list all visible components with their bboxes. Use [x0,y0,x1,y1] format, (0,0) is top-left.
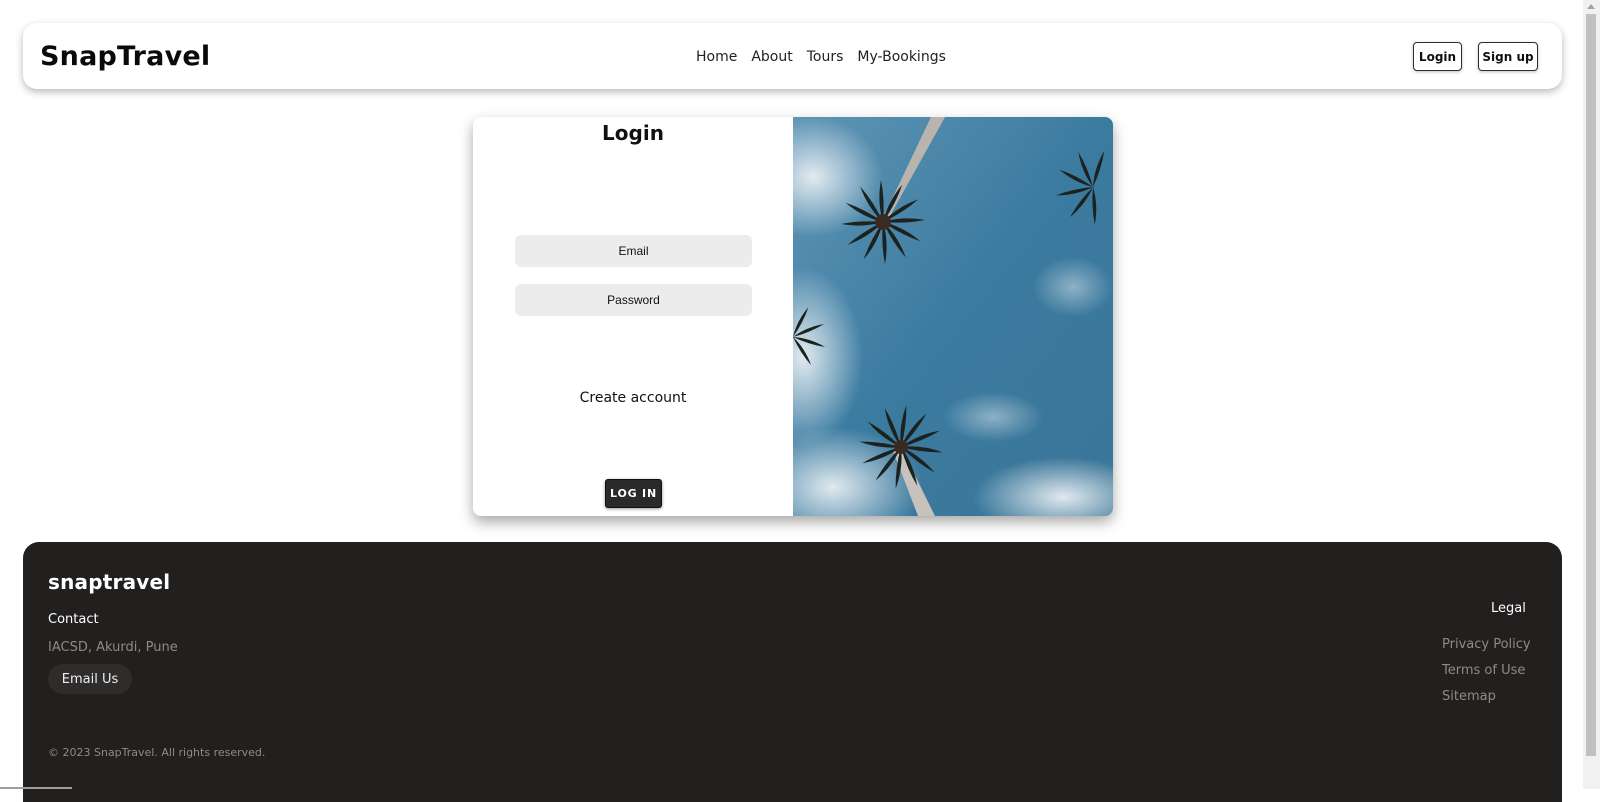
sitemap-link[interactable]: Sitemap [1442,689,1531,705]
login-button[interactable]: Login [1413,42,1462,71]
email-field[interactable] [515,235,752,267]
privacy-policy-link[interactable]: Privacy Policy [1442,637,1531,653]
terms-of-use-link[interactable]: Terms of Use [1442,663,1531,679]
scroll-up-arrow-icon[interactable] [1587,4,1595,9]
palm-trees-photo [793,117,1113,516]
navbar: SnapTravel Home About Tours My-Bookings … [23,23,1562,89]
footer-address: IACSD, Akurdi, Pune [48,640,178,655]
nav-home[interactable]: Home [696,49,737,65]
footer-legal-heading: Legal [1491,601,1526,616]
footer-logo[interactable]: snaptravel [48,570,170,594]
login-submit-button[interactable]: LOG IN [605,479,662,508]
vertical-scrollbar[interactable] [1583,0,1600,789]
brand-logo[interactable]: SnapTravel [40,41,210,72]
main-nav: Home About Tours My-Bookings [696,49,946,65]
create-account-link[interactable]: Create account [473,390,793,406]
legal-links: Privacy Policy Terms of Use Sitemap [1442,637,1531,705]
footer-contact-heading: Contact [48,612,99,627]
signup-button[interactable]: Sign up [1478,42,1538,71]
nav-my-bookings[interactable]: My-Bookings [857,49,945,65]
copyright: © 2023 SnapTravel. All rights reserved. [48,746,266,759]
nav-about[interactable]: About [751,49,792,65]
footer: snaptravel Contact IACSD, Akurdi, Pune E… [23,542,1562,802]
email-us-button[interactable]: Email Us [48,664,132,694]
password-field[interactable] [515,284,752,316]
nav-tours[interactable]: Tours [807,49,844,65]
login-title: Login [602,121,664,145]
scrollbar-thumb[interactable] [1586,14,1596,756]
login-card: Login Create account LOG IN [473,117,1113,516]
